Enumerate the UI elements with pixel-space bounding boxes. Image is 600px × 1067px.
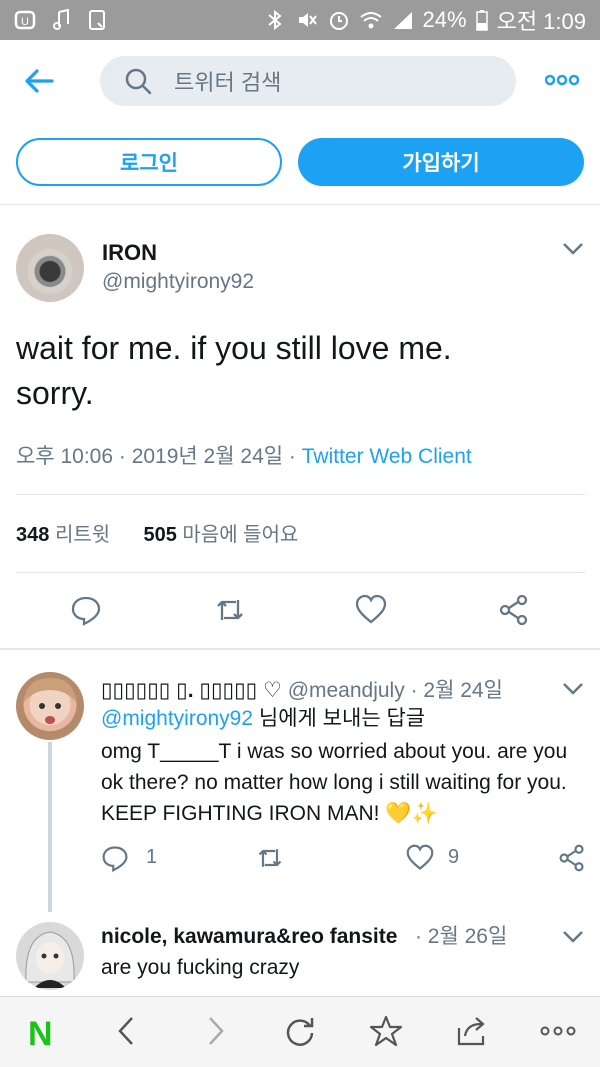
reply-date: · 2월 26일 [414, 925, 508, 948]
search-placeholder: 트위터 검색 [174, 70, 282, 95]
retweet-icon[interactable] [256, 844, 284, 872]
reply-to-mention[interactable]: @mightyirony92 [101, 707, 253, 730]
mute-icon [298, 13, 317, 27]
share-icon[interactable] [558, 844, 586, 872]
refresh-icon[interactable] [283, 1014, 317, 1048]
reply-text: omg T_____T i was so worried about you. … [101, 740, 568, 825]
more-menu-icon[interactable] [540, 1021, 576, 1041]
search-input[interactable]: 트위터 검색 [100, 56, 516, 106]
reply-date: · 2월 24일 [410, 679, 503, 702]
reply-header: nicole, kawamura&reo fansite · 2월 26일 [101, 920, 507, 950]
reply-icon[interactable] [70, 594, 102, 626]
reply-author-name[interactable]: ▯▯▯▯▯▯ ▯. ▯▯▯▯▯ ♡ [101, 679, 282, 702]
browser-bottom-nav: N [0, 996, 600, 1067]
top-bar: 트위터 검색 [0, 40, 600, 124]
share-icon[interactable] [498, 594, 530, 626]
bluetooth-icon [267, 9, 282, 31]
tweet-actions [0, 590, 600, 634]
author-handle[interactable]: @mightyirony92 [102, 270, 254, 294]
alarm-icon [329, 12, 348, 30]
wifi-icon [359, 12, 382, 29]
retweet-label[interactable]: 리트윗 [55, 524, 110, 546]
reply-author-name[interactable]: nicole, kawamura&reo fansite [101, 925, 397, 948]
tweet-stats: 348 리트윗 505 마음에 들어요 [16, 518, 298, 547]
chevron-down-icon[interactable] [562, 680, 584, 696]
search-icon [125, 68, 152, 95]
clock: 오전 1:09 [496, 9, 586, 34]
file-icon [89, 10, 105, 30]
reply-to-suffix: 님에게 보내는 답글 [258, 707, 426, 730]
divider [16, 572, 585, 573]
back-arrow-icon[interactable] [22, 64, 56, 98]
forward-icon[interactable] [198, 1014, 232, 1048]
avatar[interactable] [16, 234, 84, 302]
chevron-down-icon[interactable] [562, 928, 584, 944]
status-bar: U 24% 오전 1:09 [0, 0, 600, 40]
avatar-face [24, 678, 76, 724]
reply-header: ▯▯▯▯▯▯ ▯. ▯▯▯▯▯ ♡ @meandjuly · 2월 24일 [101, 674, 503, 704]
tweet-text-line: sorry. [16, 375, 94, 411]
tweet-time: 오후 10:06 · 2019년 2월 24일 · [16, 445, 302, 468]
retweet-count[interactable]: 348 [16, 524, 49, 546]
retweet-icon[interactable] [214, 594, 246, 626]
reply-icon[interactable] [101, 844, 129, 872]
reply-text: are you fucking crazy [101, 956, 300, 979]
divider [0, 204, 600, 205]
avatar-face [25, 931, 75, 988]
bookmark-star-icon[interactable] [369, 1014, 403, 1048]
share-page-icon[interactable] [455, 1014, 489, 1048]
signup-button[interactable]: 가입하기 [298, 138, 584, 186]
music-note-icon [53, 9, 69, 30]
tweet-text-line: wait for me. if you still love me. [16, 330, 452, 366]
reply-to-line: @mightyirony92 님에게 보내는 답글 [101, 703, 425, 734]
divider [16, 494, 585, 495]
battery-icon [475, 10, 488, 31]
signal-icon [393, 12, 412, 29]
tweet-timestamp: 오후 10:06 · 2019년 2월 24일 · Twitter Web Cl… [16, 440, 472, 470]
like-icon[interactable] [355, 594, 387, 626]
reply-count: 1 [146, 846, 158, 868]
back-icon[interactable] [110, 1014, 144, 1048]
more-options-icon[interactable] [545, 70, 579, 90]
thread-line [48, 742, 52, 912]
like-count: 9 [448, 846, 460, 868]
like-count[interactable]: 505 [143, 524, 176, 546]
tweet-client-link[interactable]: Twitter Web Client [302, 445, 472, 468]
reply-avatar[interactable] [16, 922, 84, 990]
tweet-text: wait for me. if you still love me. sorry… [16, 326, 576, 416]
reply-avatar[interactable] [16, 672, 84, 740]
login-button[interactable]: 로그인 [16, 138, 282, 186]
divider [0, 648, 600, 650]
chevron-down-icon[interactable] [562, 240, 584, 256]
author-name[interactable]: IRON [102, 240, 157, 266]
naver-logo[interactable]: N [28, 1015, 53, 1054]
battery-percent: 24% [422, 7, 467, 32]
svg-text:U: U [21, 16, 29, 28]
like-label[interactable]: 마음에 들어요 [182, 524, 298, 546]
app-notification-icon: U [14, 10, 36, 30]
like-icon[interactable] [406, 844, 434, 872]
reply-author-handle[interactable]: @meandjuly [288, 679, 405, 702]
auth-buttons: 로그인 가입하기 [0, 138, 600, 190]
